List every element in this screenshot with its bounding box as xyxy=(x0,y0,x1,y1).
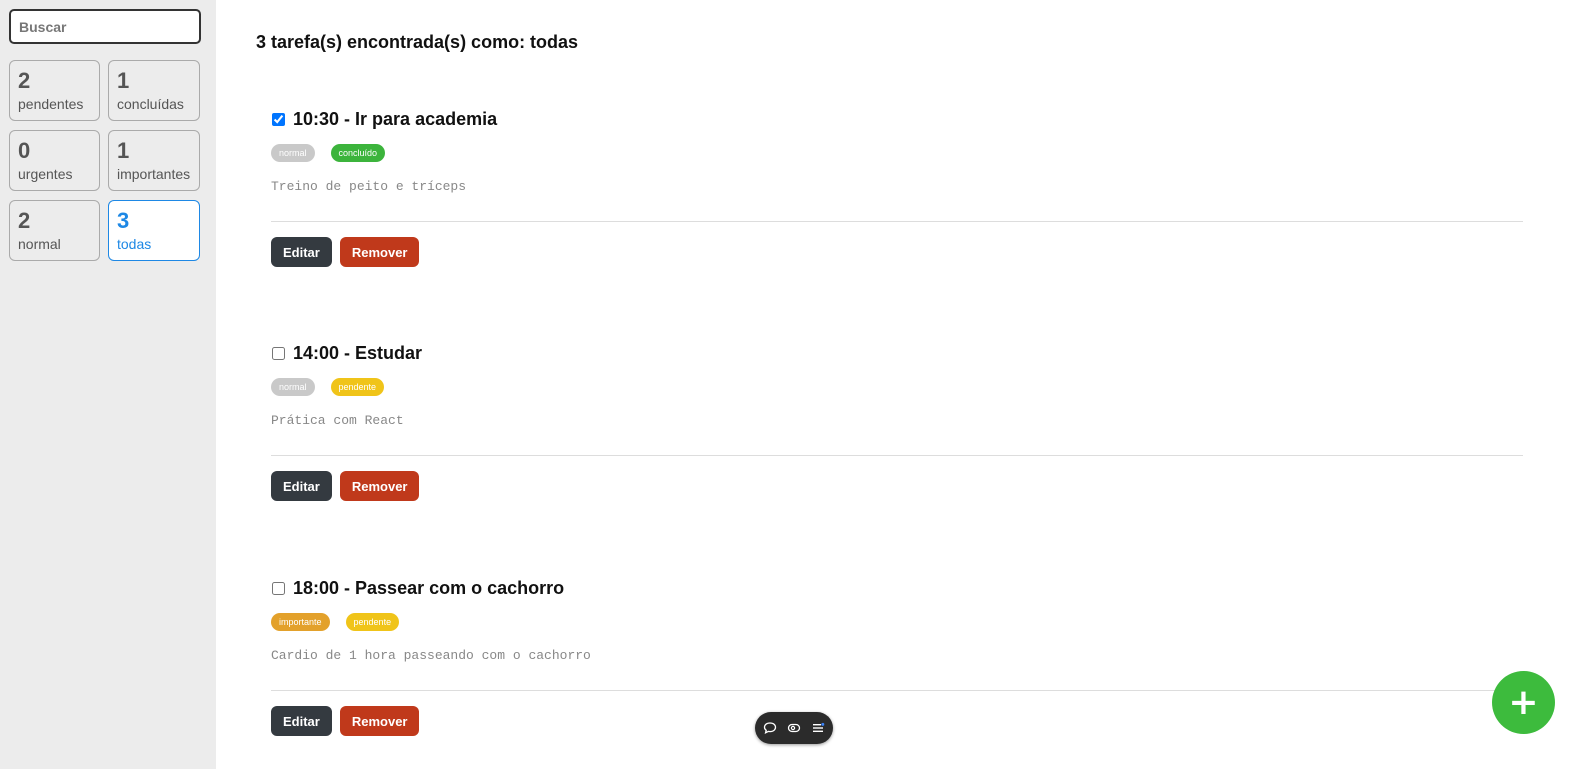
task-badges: normal concluído xyxy=(271,144,1523,162)
divider xyxy=(271,690,1523,691)
task-checkbox[interactable] xyxy=(272,346,285,360)
task-description: Treino de peito e tríceps xyxy=(271,179,467,194)
edit-button[interactable]: Editar xyxy=(271,471,332,501)
task-actions: Editar Remover xyxy=(271,706,1523,736)
filter-card-importantes[interactable]: 1 importantes xyxy=(108,130,200,191)
divider xyxy=(271,221,1523,222)
filter-card-todas[interactable]: 3 todas xyxy=(108,200,200,261)
task-badges: normal pendente xyxy=(271,378,1523,396)
status-badge: pendente xyxy=(330,378,385,396)
floating-toolbar xyxy=(755,712,833,744)
task-item: 14:00 - Estudar normal pendente Prática … xyxy=(271,341,1523,501)
sidebar: 2 pendentes 1 concluídas 0 urgentes 1 im… xyxy=(0,0,216,769)
task-actions: Editar Remover xyxy=(271,471,1523,501)
filter-count: 3 xyxy=(117,208,130,233)
edit-button[interactable]: Editar xyxy=(271,237,332,267)
task-title: 14:00 - Estudar xyxy=(293,342,423,363)
task-title: 10:30 - Ir para academia xyxy=(293,108,498,129)
filter-count: 1 xyxy=(117,68,130,93)
remove-button[interactable]: Remover xyxy=(339,471,420,501)
main-content: 3 tarefa(s) encontrada(s) como: todas 10… xyxy=(216,0,1578,769)
status-badge: pendente xyxy=(345,613,400,631)
results-heading: 3 tarefa(s) encontrada(s) como: todas xyxy=(256,32,579,52)
priority-badge: normal xyxy=(271,144,315,162)
task-badges: importante pendente xyxy=(271,613,1523,631)
task-checkbox[interactable] xyxy=(272,581,285,595)
filter-count: 2 xyxy=(18,68,31,93)
task-checkbox[interactable] xyxy=(272,112,285,126)
filter-label: pendentes xyxy=(18,96,84,112)
task-item: 18:00 - Passear com o cachorro important… xyxy=(271,576,1523,736)
priority-badge: importante xyxy=(271,613,330,631)
filter-label: concluídas xyxy=(117,96,184,112)
filter-card-urgentes[interactable]: 0 urgentes xyxy=(9,130,100,191)
task-description: Cardio de 1 hora passeando com o cachorr… xyxy=(271,648,591,663)
filter-count: 2 xyxy=(18,208,31,233)
task-title-row: 18:00 - Passear com o cachorro xyxy=(271,576,1523,600)
edit-button[interactable]: Editar xyxy=(271,706,332,736)
task-actions: Editar Remover xyxy=(271,237,1523,267)
eye-icon[interactable] xyxy=(786,720,802,736)
menu-icon[interactable] xyxy=(810,720,826,736)
filter-label: normal xyxy=(18,236,61,252)
comment-icon[interactable] xyxy=(762,720,778,736)
remove-button[interactable]: Remover xyxy=(339,706,420,736)
filter-count: 1 xyxy=(117,138,130,163)
priority-badge: normal xyxy=(271,378,315,396)
filter-card-normal[interactable]: 2 normal xyxy=(9,200,100,261)
filter-card-pendentes[interactable]: 2 pendentes xyxy=(9,60,100,121)
task-title-row: 14:00 - Estudar xyxy=(271,341,1523,365)
filter-label: todas xyxy=(117,236,152,252)
search-input[interactable] xyxy=(9,9,201,44)
remove-button[interactable]: Remover xyxy=(339,237,420,267)
filter-grid: 2 pendentes 1 concluídas 0 urgentes 1 im… xyxy=(9,60,200,261)
task-item: 10:30 - Ir para academia normal concluíd… xyxy=(271,107,1523,267)
filter-label: urgentes xyxy=(18,166,73,182)
task-title: 18:00 - Passear com o cachorro xyxy=(293,577,565,598)
filter-card-concluidas[interactable]: 1 concluídas xyxy=(108,60,200,121)
filter-label: importantes xyxy=(117,166,191,182)
status-badge: concluído xyxy=(330,144,386,162)
task-title-row: 10:30 - Ir para academia xyxy=(271,107,1523,131)
add-task-button[interactable]: + xyxy=(1492,671,1555,734)
divider xyxy=(271,455,1523,456)
task-description: Prática com React xyxy=(271,413,404,428)
filter-count: 0 xyxy=(18,138,31,163)
